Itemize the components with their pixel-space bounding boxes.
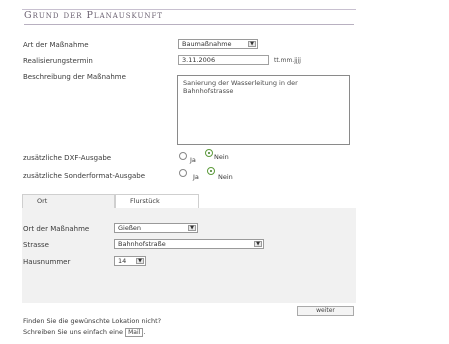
dxf-ja-label: Ja <box>190 156 196 164</box>
ort-label: Ort der Maßnahme <box>23 225 90 233</box>
art-select-value: Baumaßnahme <box>182 40 232 48</box>
dxf-nein-radio[interactable] <box>205 149 213 157</box>
hausnummer-label: Hausnummer <box>23 258 71 266</box>
dxf-ja-radio[interactable] <box>179 152 187 160</box>
ort-select-value: Gießen <box>118 224 142 232</box>
sonder-ja-radio[interactable] <box>179 169 187 177</box>
chevron-down-icon[interactable]: ▼ <box>254 241 262 247</box>
beschreibung-label: Beschreibung der Maßnahme <box>23 73 126 81</box>
dxf-label: zusätzliche DXF-Ausgabe <box>23 154 112 162</box>
realisierung-label: Realisierungstermin <box>23 57 93 65</box>
mail-link[interactable]: Mail <box>125 328 144 337</box>
section-title: Grund der Planauskunft <box>24 10 354 25</box>
tab-bar: Ort Flurstück <box>22 194 356 208</box>
strasse-select-value: Bahnhofstraße <box>118 240 166 248</box>
sonder-ja-label: Ja <box>193 173 199 181</box>
art-select[interactable]: Baumaßnahme ▼ <box>178 39 258 49</box>
tab-flurstueck[interactable]: Flurstück <box>115 194 199 208</box>
dxf-nein-label: Nein <box>214 153 229 161</box>
hausnummer-select[interactable]: 14 ▼ <box>114 256 146 266</box>
weiter-button[interactable]: weiter <box>297 306 354 316</box>
strasse-label: Strasse <box>23 241 49 249</box>
footer-line2-suffix: . <box>143 328 146 336</box>
footer-line2-prefix: Schreiben Sie uns einfach eine <box>23 328 124 336</box>
art-label: Art der Maßnahme <box>23 41 89 49</box>
beschreibung-textarea[interactable]: Sanierung der Wasserleitung in der Bahnh… <box>177 75 350 145</box>
chevron-down-icon[interactable]: ▼ <box>188 225 196 231</box>
realisierung-input[interactable]: 3.11.2006 <box>178 55 269 65</box>
strasse-select[interactable]: Bahnhofstraße ▼ <box>114 239 264 249</box>
sonder-nein-label: Nein <box>218 173 233 181</box>
footer-line2: Schreiben Sie uns einfach eine Mail. <box>23 328 145 337</box>
realisierung-hint: tt.mm.jjjj <box>274 57 301 64</box>
ort-select[interactable]: Gießen ▼ <box>114 223 198 233</box>
chevron-down-icon[interactable]: ▼ <box>136 258 144 264</box>
tab-ort[interactable]: Ort <box>22 194 115 208</box>
hausnummer-select-value: 14 <box>118 257 127 265</box>
footer-line1: Finden Sie die gewünschte Lokation nicht… <box>23 317 162 325</box>
chevron-down-icon[interactable]: ▼ <box>248 41 256 47</box>
sonder-nein-radio[interactable] <box>207 167 215 175</box>
sonder-label: zusätzliche Sonderformat-Ausgabe <box>23 172 146 180</box>
